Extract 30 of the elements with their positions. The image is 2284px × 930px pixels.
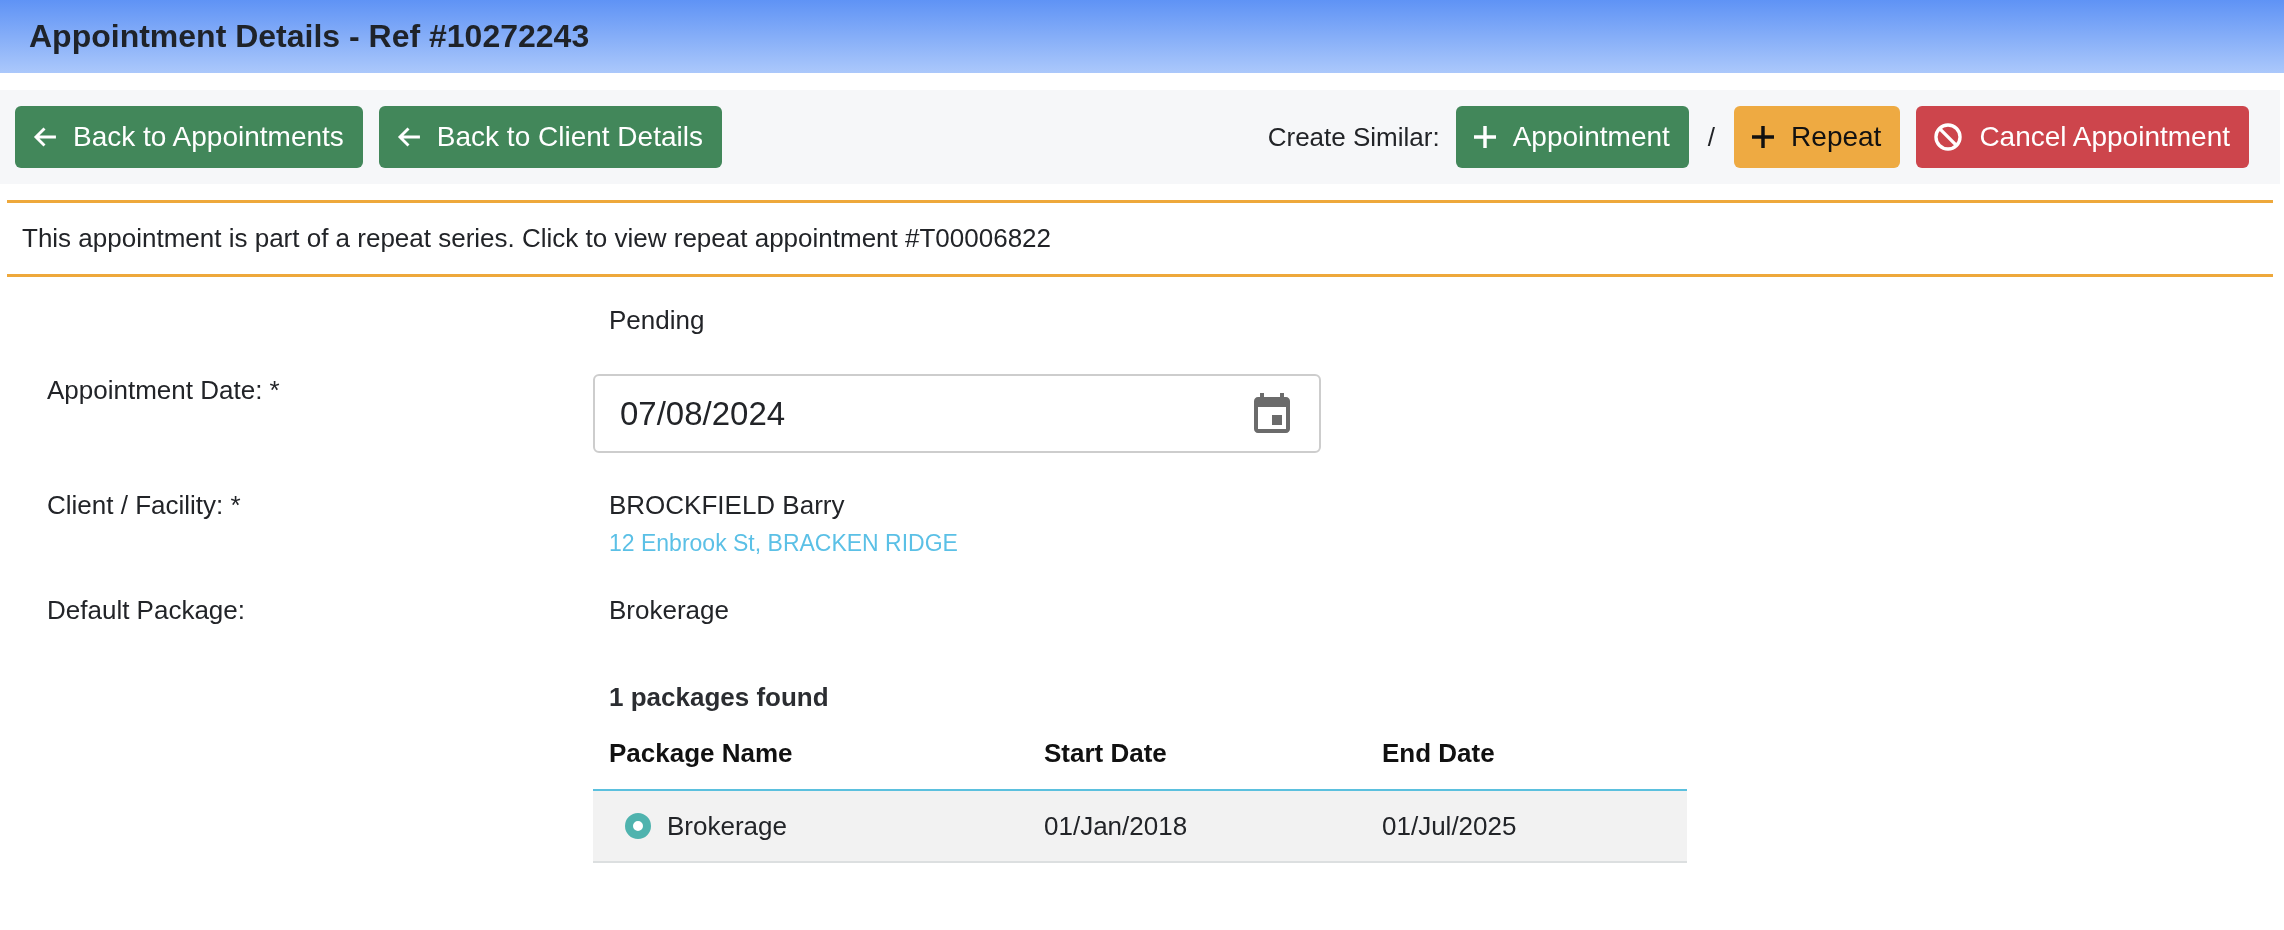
- field-value: Brokerage: [608, 594, 729, 627]
- field-label: Appointment Date: *: [47, 374, 280, 407]
- ban-icon: [1934, 123, 1963, 151]
- field-label: Default Package:: [47, 594, 245, 627]
- package-name: Brokerage: [667, 810, 787, 842]
- cancel-appointment-button[interactable]: Cancel Appointment: [1916, 106, 2249, 168]
- radio-button[interactable]: [625, 813, 651, 839]
- client-name: BROCKFIELD Barry: [608, 489, 845, 522]
- table-cell: 01/Jan/2018: [1028, 790, 1366, 862]
- plus-icon: [1752, 126, 1775, 148]
- arrow-left-icon: [396, 127, 420, 147]
- column-header: Package Name: [593, 719, 1028, 790]
- status-text: Pending: [608, 304, 705, 337]
- create-similar-label: Create Similar:: [1267, 121, 1440, 153]
- repeat-series-notice[interactable]: This appointment is part of a repeat series. Click to view repeat appointment #T00006822: [22, 223, 1052, 254]
- plus-icon: [1473, 126, 1496, 148]
- separator-text: /: [1706, 121, 1717, 153]
- back-button[interactable]: Back to Appointments: [15, 106, 363, 168]
- date-field[interactable]: 07/08/2024: [593, 374, 1321, 453]
- page-title: Appointment Details - Ref #10272243: [29, 18, 590, 55]
- arrow-left-icon: [33, 127, 56, 147]
- table-cell: 01/Jul/2025: [1366, 790, 1687, 862]
- column-header: Start Date: [1028, 719, 1366, 790]
- back-button[interactable]: Back to Client Details: [378, 106, 722, 168]
- calendar-icon[interactable]: [1254, 393, 1290, 433]
- new-appointment-button[interactable]: Appointment: [1455, 106, 1689, 168]
- repeat-button[interactable]: Repeat: [1734, 106, 1901, 168]
- column-header: End Date: [1366, 719, 1687, 790]
- field-label: Client / Facility: *: [47, 489, 241, 522]
- packages-summary: 1 packages found: [608, 681, 829, 714]
